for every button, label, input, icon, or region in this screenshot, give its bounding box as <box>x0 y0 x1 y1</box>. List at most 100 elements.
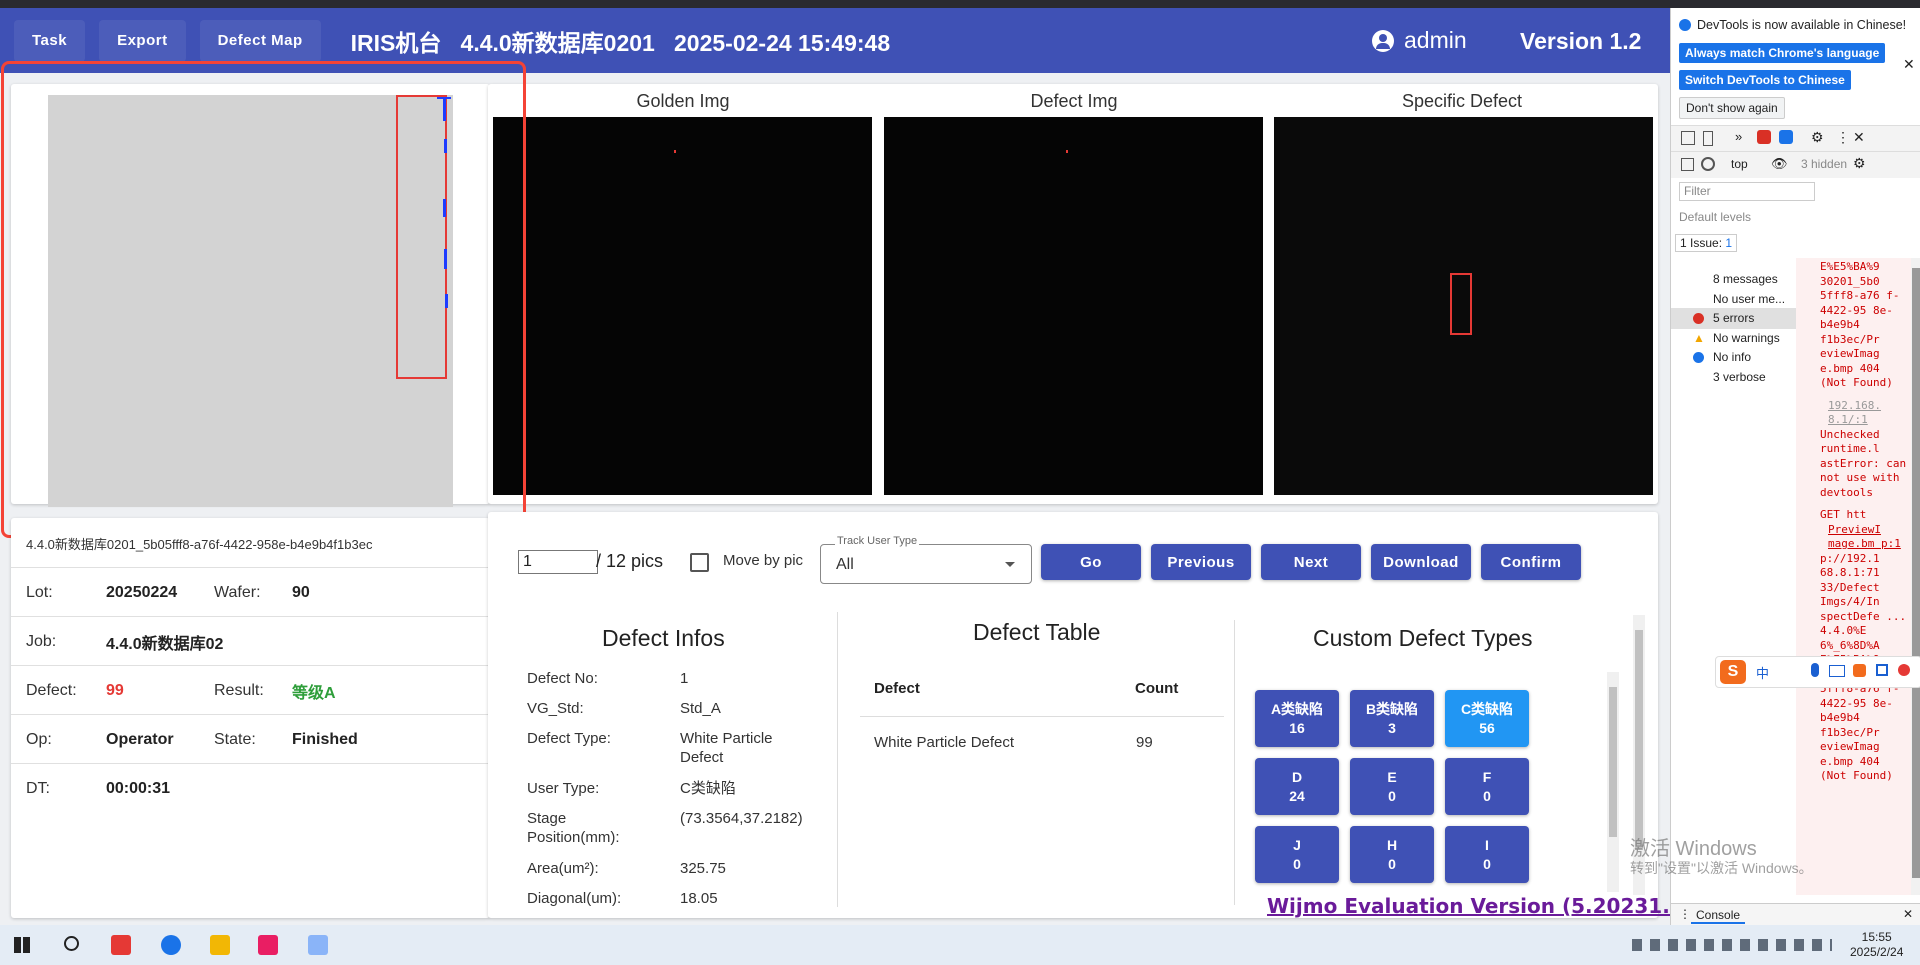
tile-count: 24 <box>1289 787 1305 804</box>
filename-label: 4.4.0新数据库0201_5b05fff8-a76f-4422-958e-b4… <box>26 537 373 552</box>
message-icon[interactable] <box>1779 130 1793 144</box>
defect-img-label: Defect Img <box>1030 91 1118 111</box>
search-icon[interactable] <box>64 936 79 951</box>
nav-defect-map-button[interactable]: Defect Map <box>199 19 321 62</box>
info-key: Defect Type: <box>527 730 611 747</box>
golden-image[interactable] <box>493 117 872 495</box>
windows-start-icon[interactable] <box>14 937 30 953</box>
sidebar-item-info[interactable]: No info <box>1713 350 1751 364</box>
sidebar-item-verbose[interactable]: 3 verbose <box>1713 370 1766 384</box>
close-icon[interactable]: ✕ <box>1853 129 1865 146</box>
microphone-icon[interactable] <box>1811 663 1819 677</box>
skin-icon[interactable] <box>1853 664 1866 677</box>
ime-settings-icon[interactable] <box>1898 664 1910 676</box>
sidebar-item-messages[interactable]: 8 messages <box>1713 272 1778 286</box>
gear-icon[interactable]: ⚙ <box>1811 129 1824 146</box>
gear-icon[interactable]: ⚙ <box>1853 155 1866 172</box>
track-user-type-label: Track User Type <box>835 535 920 547</box>
defect-image[interactable] <box>884 117 1263 495</box>
console-tab[interactable]: Console <box>1691 908 1746 924</box>
sidebar-toggle-icon[interactable] <box>1681 158 1694 171</box>
tile-name: D <box>1291 768 1303 785</box>
warning-icon: ▲ <box>1693 331 1705 345</box>
user-menu[interactable]: admin <box>1372 27 1467 54</box>
wafer-label: Wafer: <box>214 583 261 601</box>
info-card: 4.4.0新数据库0201_5b05fff8-a76f-4422-958e-b4… <box>11 518 490 918</box>
app-icon[interactable] <box>258 935 278 955</box>
apps-grid-icon[interactable] <box>1876 664 1888 676</box>
defect-table-title: Defect Table <box>973 619 1101 645</box>
inspect-icon[interactable] <box>1681 131 1695 145</box>
tray-icons[interactable] <box>1632 939 1832 951</box>
log-entry-link[interactable]: 192.168. 8.1/:1 <box>1796 397 1914 428</box>
eye-icon[interactable]: 👁 <box>1771 156 1788 172</box>
defect-column-header[interactable]: Defect <box>874 680 920 697</box>
tile-count: 0 <box>1388 787 1396 804</box>
tile-count: 0 <box>1483 855 1491 872</box>
kebab-menu-icon[interactable]: ⋮ <box>1836 129 1850 146</box>
previous-button[interactable]: Previous <box>1151 544 1251 580</box>
sidebar-item-warnings[interactable]: No warnings <box>1713 331 1780 345</box>
dont-show-again-button[interactable]: Don't show again <box>1679 97 1785 119</box>
dt-value: 00:00:31 <box>106 779 171 797</box>
defect-type-b-button[interactable]: B类缺陷 3 <box>1350 690 1434 747</box>
wps-icon[interactable] <box>111 935 131 955</box>
sidebar-item-errors[interactable]: 5 errors <box>1713 311 1754 325</box>
defect-type-i-button[interactable]: I0 <box>1445 826 1529 883</box>
nav-task-button[interactable]: Task <box>14 19 86 62</box>
tile-name: I <box>1485 836 1489 853</box>
clear-console-icon[interactable] <box>1701 157 1715 171</box>
ime-mode-label[interactable]: 中 <box>1756 663 1769 682</box>
defect-type-c-button[interactable]: C类缺陷 56 <box>1445 690 1529 747</box>
context-select[interactable]: top <box>1731 157 1748 171</box>
nav-export-button[interactable]: Export <box>99 19 186 62</box>
device-toggle-icon[interactable] <box>1703 131 1713 146</box>
default-levels-select[interactable]: Default levels <box>1679 210 1751 224</box>
log-entry-head[interactable]: GET htt <box>1796 506 1914 523</box>
specific-defect-box <box>1450 273 1472 335</box>
scrollbar-thumb[interactable] <box>1635 630 1643 850</box>
custom-types-scrollbar[interactable] <box>1607 672 1619 892</box>
issues-button[interactable]: 1 Issue: 1 <box>1675 234 1738 252</box>
count-column-header[interactable]: Count <box>1135 680 1178 697</box>
always-match-language-button[interactable]: Always match Chrome's language <box>1679 43 1886 63</box>
move-by-pic-checkbox[interactable] <box>690 553 709 572</box>
defect-type-d-button[interactable]: D 24 <box>1255 758 1339 815</box>
scrollbar-thumb[interactable] <box>1609 687 1617 837</box>
lot-label: Lot: <box>26 583 53 601</box>
kebab-menu-icon[interactable]: ⋮ <box>1679 907 1691 921</box>
wijmo-evaluation-link[interactable]: Wijmo Evaluation Version (5.20231.888) <box>1267 894 1721 918</box>
defect-label: Defect: <box>26 681 77 699</box>
close-icon[interactable]: ✕ <box>1903 907 1913 921</box>
defect-type-a-button[interactable]: A类缺陷 16 <box>1255 690 1339 747</box>
defect-type-h-button[interactable]: H0 <box>1350 826 1434 883</box>
more-tabs-icon[interactable]: » <box>1735 129 1742 144</box>
keyboard-icon[interactable] <box>1829 665 1845 677</box>
scrollbar-thumb[interactable] <box>1912 268 1920 878</box>
console-filter-input[interactable]: Filter <box>1679 182 1815 201</box>
download-button[interactable]: Download <box>1371 544 1471 580</box>
defect-type-f-button[interactable]: F0 <box>1445 758 1529 815</box>
account-circle-icon <box>1372 29 1394 52</box>
next-button[interactable]: Next <box>1261 544 1361 580</box>
record-icon[interactable] <box>1757 130 1771 144</box>
switch-to-chinese-button[interactable]: Switch DevTools to Chinese <box>1679 70 1851 90</box>
defect-type-e-button[interactable]: E0 <box>1350 758 1434 815</box>
defect-type-j-button[interactable]: J0 <box>1255 826 1339 883</box>
log-entry-link[interactable]: PreviewI mage.bm p:1 <box>1796 523 1914 552</box>
info-row-lot: Lot: 20250224 Wafer: 90 <box>11 567 490 617</box>
devtools-scrollbar[interactable] <box>1911 258 1920 895</box>
browser-icon[interactable] <box>161 935 181 955</box>
file-explorer-icon[interactable] <box>210 935 230 955</box>
go-button[interactable]: Go <box>1041 544 1141 580</box>
confirm-button[interactable]: Confirm <box>1481 544 1581 580</box>
info-value: Std_A <box>680 700 721 717</box>
taskbar-clock[interactable]: 15:55 2025/2/24 <box>1850 930 1903 960</box>
close-icon[interactable]: ✕ <box>1903 56 1915 73</box>
sidebar-item-user-messages[interactable]: No user me... <box>1713 292 1785 306</box>
feishu-icon[interactable] <box>308 935 328 955</box>
ime-toolbar[interactable]: S 中 <box>1715 656 1920 688</box>
page-input[interactable]: 1 <box>518 550 598 574</box>
divider <box>837 612 838 907</box>
specific-defect-image[interactable] <box>1274 117 1653 495</box>
